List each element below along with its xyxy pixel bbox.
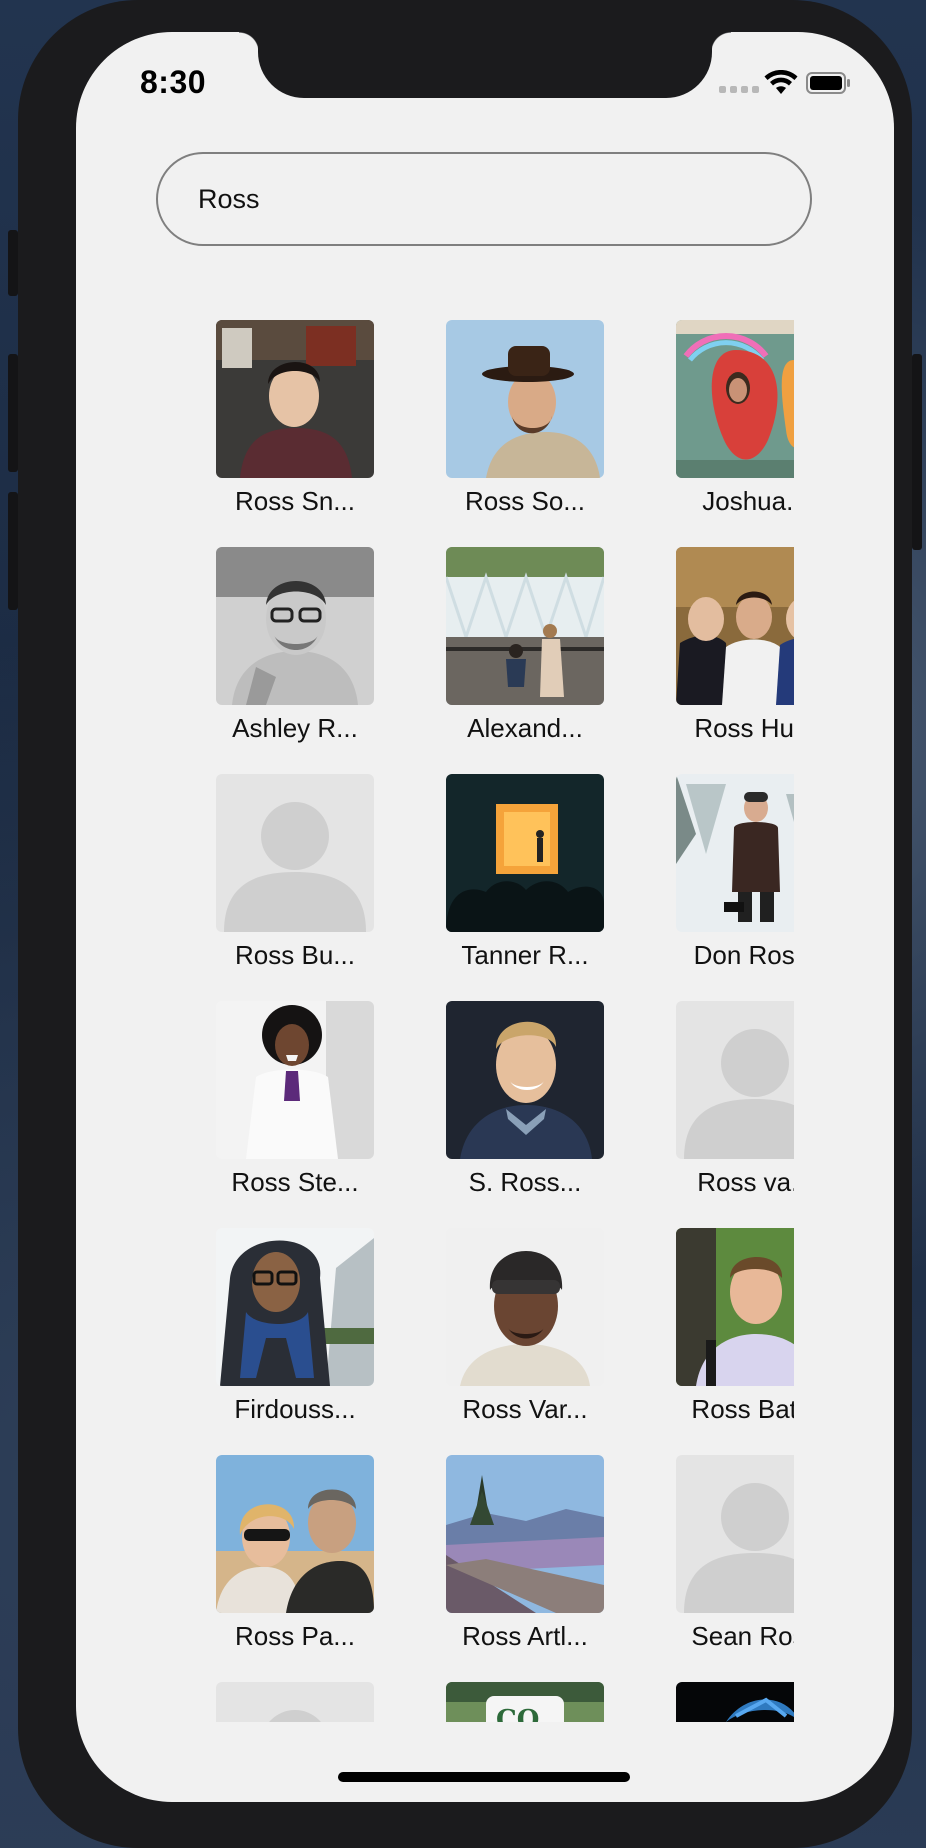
result-card[interactable]: Don Ros... <box>634 774 794 1001</box>
result-name: Ross So... <box>465 486 585 516</box>
phone-frame: 8:30 Ross Ross Sn... Ross So... Joshua... A… <box>8 0 922 1848</box>
result-card[interactable]: Ross va... <box>634 1001 794 1228</box>
profile-photo[interactable] <box>216 547 374 705</box>
result-card[interactable]: Ross Bat... <box>634 1228 794 1455</box>
profile-photo[interactable]: CO <box>446 1682 604 1722</box>
result-name: Ross Sn... <box>235 486 355 516</box>
profile-photo[interactable] <box>446 1228 604 1386</box>
profile-photo[interactable] <box>446 774 604 932</box>
volume-down-button <box>8 492 18 610</box>
battery-icon <box>806 72 850 94</box>
notch <box>239 32 731 98</box>
result-card[interactable]: Ross Sn... <box>174 320 394 547</box>
svg-text:CO: CO <box>496 1705 539 1722</box>
result-name: Ross Hu... <box>694 713 794 743</box>
result-card[interactable]: Sean Ross <box>634 1455 794 1682</box>
result-card[interactable]: Ross Var... <box>404 1228 624 1455</box>
result-card[interactable] <box>174 1682 394 1722</box>
profile-photo[interactable] <box>446 547 604 705</box>
result-card[interactable]: Ross Hu... <box>634 547 794 774</box>
result-name: Alexand... <box>467 713 583 743</box>
result-card[interactable]: Ashley R... <box>174 547 394 774</box>
result-card[interactable]: Ross So... <box>404 320 624 547</box>
result-name: Sean Ross <box>691 1621 794 1651</box>
profile-photo[interactable] <box>446 1001 604 1159</box>
result-card[interactable]: S. Ross... <box>404 1001 624 1228</box>
wifi-icon <box>764 70 798 94</box>
result-name: Ross Var... <box>462 1394 588 1424</box>
result-card[interactable]: Firdouss... <box>174 1228 394 1455</box>
phone-screen: 8:30 Ross Ross Sn... Ross So... Joshua... A… <box>76 32 894 1802</box>
home-indicator[interactable] <box>338 1772 630 1782</box>
cellular-signal-icon <box>719 86 759 93</box>
result-card[interactable]: Tanner R... <box>404 774 624 1001</box>
result-name: Ross va... <box>697 1167 794 1197</box>
search-input[interactable]: Ross <box>156 152 812 246</box>
result-card[interactable]: CO <box>404 1682 624 1722</box>
default-avatar-icon[interactable] <box>676 1001 794 1159</box>
default-avatar-icon[interactable] <box>676 1455 794 1613</box>
default-avatar-icon[interactable] <box>216 1682 374 1722</box>
result-name: Ross Bu... <box>235 940 355 970</box>
default-avatar-icon[interactable] <box>216 774 374 932</box>
profile-photo[interactable] <box>676 547 794 705</box>
profile-photo[interactable] <box>676 320 794 478</box>
result-card[interactable]: Ross Artl... <box>404 1455 624 1682</box>
result-name: Ashley R... <box>232 713 358 743</box>
profile-photo[interactable] <box>676 774 794 932</box>
profile-photo[interactable] <box>216 1001 374 1159</box>
result-card[interactable]: Ross Bu... <box>174 774 394 1001</box>
result-name: Ross Bat... <box>691 1394 794 1424</box>
result-name: Tanner R... <box>461 940 589 970</box>
result-card[interactable] <box>634 1682 794 1722</box>
volume-up-button <box>8 354 18 472</box>
result-name: Firdouss... <box>234 1394 356 1424</box>
profile-photo[interactable] <box>676 1682 794 1722</box>
mute-switch <box>8 230 18 296</box>
profile-photo[interactable] <box>446 1455 604 1613</box>
result-card[interactable]: Ross Pa... <box>174 1455 394 1682</box>
power-button <box>912 354 922 550</box>
result-name: Ross Pa... <box>235 1621 355 1651</box>
profile-photo[interactable] <box>216 320 374 478</box>
result-card[interactable]: Ross Ste... <box>174 1001 394 1228</box>
result-name: S. Ross... <box>468 1167 582 1197</box>
result-card[interactable]: Joshua... <box>634 320 794 547</box>
profile-photo[interactable] <box>216 1228 374 1386</box>
profile-photo[interactable] <box>446 320 604 478</box>
result-name: Joshua... <box>702 486 794 516</box>
profile-photo[interactable] <box>216 1455 374 1613</box>
profile-photo[interactable] <box>676 1228 794 1386</box>
result-name: Don Ros... <box>693 940 794 970</box>
results-grid: Ross Sn... Ross So... Joshua... Ashley R...… <box>174 320 794 1722</box>
result-name: Ross Ste... <box>231 1167 359 1197</box>
result-card[interactable]: Alexand... <box>404 547 624 774</box>
result-name: Ross Artl... <box>462 1621 588 1651</box>
status-time: 8:30 <box>140 64 207 100</box>
